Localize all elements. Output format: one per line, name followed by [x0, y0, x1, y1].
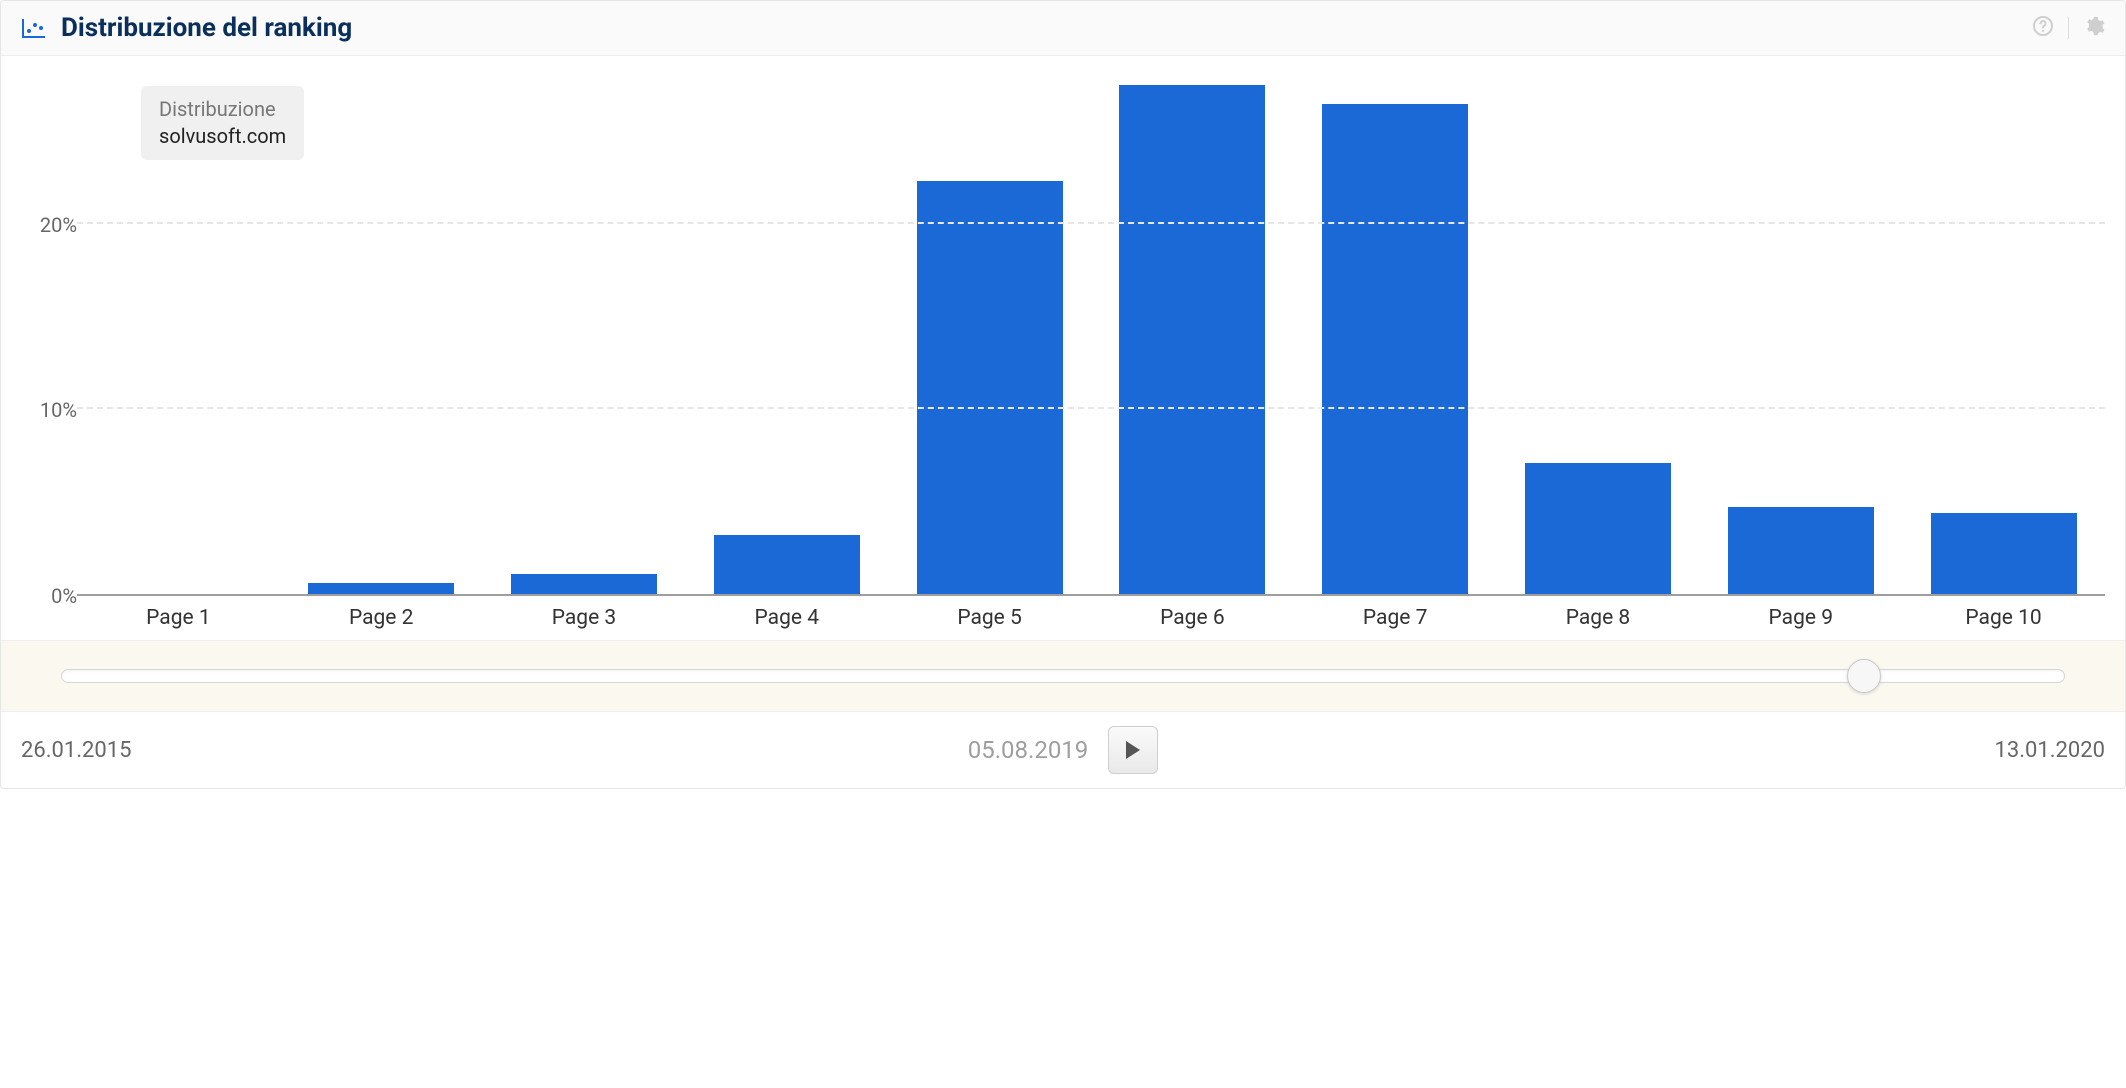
bar-slot — [1902, 76, 2105, 594]
bar-slot — [280, 76, 483, 594]
timeline-start-date: 26.01.2015 — [21, 738, 968, 763]
bar[interactable] — [1119, 85, 1265, 594]
gear-icon[interactable] — [2083, 15, 2105, 41]
bar[interactable] — [511, 574, 657, 594]
x-tick-label: Page 5 — [888, 606, 1091, 630]
y-tick-label: 20% — [40, 213, 77, 237]
bar-slot — [1699, 76, 1902, 594]
plot — [77, 76, 2105, 596]
x-tick-label: Page 7 — [1294, 606, 1497, 630]
play-button[interactable] — [1108, 726, 1158, 774]
help-icon[interactable] — [2032, 15, 2054, 41]
x-tick-label: Page 10 — [1902, 606, 2105, 630]
x-tick-label: Page 6 — [1091, 606, 1294, 630]
bar[interactable] — [308, 583, 454, 594]
x-tick-label: Page 8 — [1497, 606, 1700, 630]
bars-container — [77, 76, 2105, 594]
gridline — [77, 407, 2105, 409]
timeline-end-date: 13.01.2020 — [1158, 738, 2105, 763]
timeline-slider-thumb[interactable] — [1847, 659, 1881, 693]
widget-header: Distribuzione del ranking — [1, 1, 2125, 56]
header-divider — [2068, 17, 2069, 39]
footer-center: 05.08.2019 — [968, 726, 1159, 774]
header-controls — [2032, 15, 2105, 41]
title-wrap: Distribuzione del ranking — [21, 13, 352, 43]
x-tick-label: Page 2 — [280, 606, 483, 630]
widget-footer: 26.01.2015 05.08.2019 13.01.2020 — [1, 711, 2125, 788]
bar[interactable] — [1322, 104, 1468, 594]
timeline-current-date: 05.08.2019 — [968, 736, 1089, 764]
bar[interactable] — [1525, 463, 1671, 594]
bar-slot — [888, 76, 1091, 594]
bar[interactable] — [917, 181, 1063, 594]
x-tick-label: Page 9 — [1699, 606, 1902, 630]
y-tick-label: 10% — [40, 398, 77, 422]
y-tick-label: 0% — [51, 584, 77, 608]
chart-area: Distribuzione solvusoft.com 0%10%20% Pag… — [1, 56, 2125, 640]
bar-slot — [1497, 76, 1700, 594]
bar[interactable] — [1931, 513, 2077, 594]
x-tick-label: Page 4 — [685, 606, 888, 630]
x-tick-label: Page 3 — [483, 606, 686, 630]
bar[interactable] — [1728, 507, 1874, 594]
bar-slot — [77, 76, 280, 594]
widget-title: Distribuzione del ranking — [61, 13, 352, 43]
timeline-slider-track[interactable] — [61, 669, 2065, 683]
x-tick-label: Page 1 — [77, 606, 280, 630]
gridline — [77, 222, 2105, 224]
bar-slot — [483, 76, 686, 594]
bar-chart-icon — [21, 17, 47, 39]
timeline-slider-area — [1, 640, 2125, 711]
ranking-distribution-widget: Distribuzione del ranking Distribuzione … — [0, 0, 2126, 789]
y-axis: 0%10%20% — [21, 76, 77, 596]
bar[interactable] — [714, 535, 860, 594]
bar-slot — [1294, 76, 1497, 594]
bar-slot — [685, 76, 888, 594]
x-axis-labels: Page 1Page 2Page 3Page 4Page 5Page 6Page… — [77, 606, 2105, 630]
plot-wrap: Page 1Page 2Page 3Page 4Page 5Page 6Page… — [77, 76, 2105, 630]
bar-slot — [1091, 76, 1294, 594]
